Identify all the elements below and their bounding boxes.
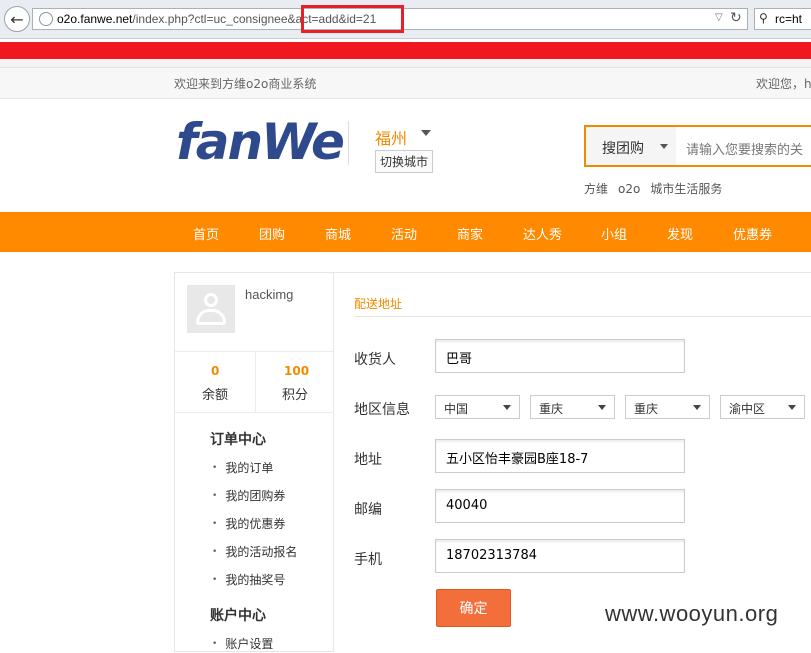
dropdown-arrow-icon[interactable]: ▽ [715, 12, 723, 23]
region-label: 地区信息 [354, 402, 410, 418]
hot-tag[interactable]: o2o [618, 182, 640, 196]
user-icon [204, 293, 218, 307]
chevron-down-icon [788, 405, 796, 410]
panel-title: 配送地址 [354, 297, 403, 311]
chevron-down-icon [503, 405, 511, 410]
city-select[interactable]: 重庆 [625, 395, 710, 419]
mobile-label: 手机 [354, 552, 382, 568]
site-search-box: 搜团购 请输入您要搜索的关 [584, 125, 811, 167]
watermark: www.wooyun.org [605, 601, 779, 626]
city-dropdown-icon[interactable] [421, 130, 431, 136]
hot-tags: 方维 o2o 城市生活服务 [584, 180, 732, 197]
confirm-button[interactable]: 确定 [436, 589, 511, 627]
welcome-bar: 欢迎来到方维o2o商业系统 欢迎您，h [0, 68, 811, 99]
nav-item-coupons[interactable]: 优惠券 [733, 224, 772, 243]
menu-my-orders[interactable]: 我的订单 [212, 459, 273, 476]
site-logo[interactable]: fanWe [176, 113, 345, 171]
nav-item-daren[interactable]: 达人秀 [523, 224, 562, 243]
reload-icon[interactable]: ↻ [730, 10, 742, 26]
chevron-down-icon [693, 405, 701, 410]
user-stats: 0 余额 100 积分 [175, 351, 333, 413]
browser-search-box[interactable]: ⚲ rc=ht [754, 8, 811, 30]
menu-my-event-signups[interactable]: 我的活动报名 [212, 543, 297, 560]
consignee-label: 收货人 [354, 352, 396, 368]
search-icon: ⚲ [759, 11, 768, 25]
chevron-down-icon [598, 405, 606, 410]
menu-account-settings[interactable]: 账户设置 [212, 635, 273, 652]
address-form-panel: 配送地址 收货人 巴哥 地区信息 中国 重庆 重庆 渝中区 地址 五小区怡丰豪园… [334, 272, 811, 653]
hot-tag[interactable]: 方维 [584, 182, 608, 196]
user-greeting[interactable]: 欢迎您，h [756, 75, 811, 92]
user-body-icon [196, 309, 226, 325]
nav-item-groups[interactable]: 小组 [601, 224, 627, 243]
address-label: 地址 [354, 452, 382, 468]
red-banner [0, 42, 811, 59]
zip-input[interactable]: 40040 [435, 489, 685, 523]
district-select[interactable]: 渝中区 [720, 395, 805, 419]
site-search-input[interactable]: 请输入您要搜索的关 [686, 139, 803, 158]
main-nav: 首页 团购 商城 活动 商家 达人秀 小组 发现 优惠券 [0, 212, 811, 252]
stats-divider [255, 352, 256, 412]
balance-label: 余额 [202, 388, 229, 403]
consignee-input[interactable]: 巴哥 [435, 339, 685, 373]
nav-item-discover[interactable]: 发现 [667, 224, 693, 243]
back-arrow-icon[interactable]: ← [4, 6, 30, 32]
points-label: 积分 [282, 388, 309, 403]
url-highlight-box [301, 5, 404, 33]
account-center-title: 账户中心 [210, 608, 266, 624]
browser-search-text: rc=ht [775, 12, 803, 26]
order-center-title: 订单中心 [210, 432, 266, 448]
search-type-select[interactable]: 搜团购 [586, 127, 676, 165]
switch-city-button[interactable]: 切换城市 [375, 150, 434, 173]
username: hackimg [245, 287, 294, 302]
menu-my-coupons[interactable]: 我的优惠券 [212, 515, 285, 532]
zip-label: 邮编 [354, 502, 382, 518]
search-type-label: 搜团购 [602, 141, 644, 157]
province-select[interactable]: 重庆 [530, 395, 615, 419]
balance-value: 0 [211, 364, 220, 378]
bookmark-strip [0, 59, 811, 68]
nav-item-tuan[interactable]: 团购 [259, 224, 285, 243]
nav-item-events[interactable]: 活动 [391, 224, 417, 243]
welcome-text: 欢迎来到方维o2o商业系统 [174, 77, 317, 91]
browser-toolbar: ← o2o.fanwe.net/index.php?ctl=uc_consign… [0, 0, 811, 39]
header-divider [348, 121, 349, 165]
globe-icon [39, 12, 53, 26]
avatar[interactable] [187, 285, 235, 333]
nav-item-home[interactable]: 首页 [193, 224, 219, 243]
address-input[interactable]: 五小区怡丰豪园B座18-7 [435, 439, 685, 473]
country-select[interactable]: 中国 [435, 395, 520, 419]
panel-divider [354, 316, 811, 317]
hot-tag[interactable]: 城市生活服务 [650, 182, 722, 196]
nav-item-merchants[interactable]: 商家 [457, 224, 483, 243]
mobile-input[interactable]: 18702313784 [435, 539, 685, 573]
menu-my-tuan-vouchers[interactable]: 我的团购券 [212, 487, 285, 504]
user-sidebar: hackimg 0 余额 100 积分 订单中心 我的订单 我的团购券 我的优惠… [174, 272, 334, 652]
nav-item-mall[interactable]: 商城 [325, 224, 351, 243]
points-value: 100 [284, 364, 310, 378]
menu-my-lottery[interactable]: 我的抽奖号 [212, 571, 285, 588]
chevron-down-icon [660, 144, 668, 149]
current-city[interactable]: 福州 [375, 125, 407, 149]
